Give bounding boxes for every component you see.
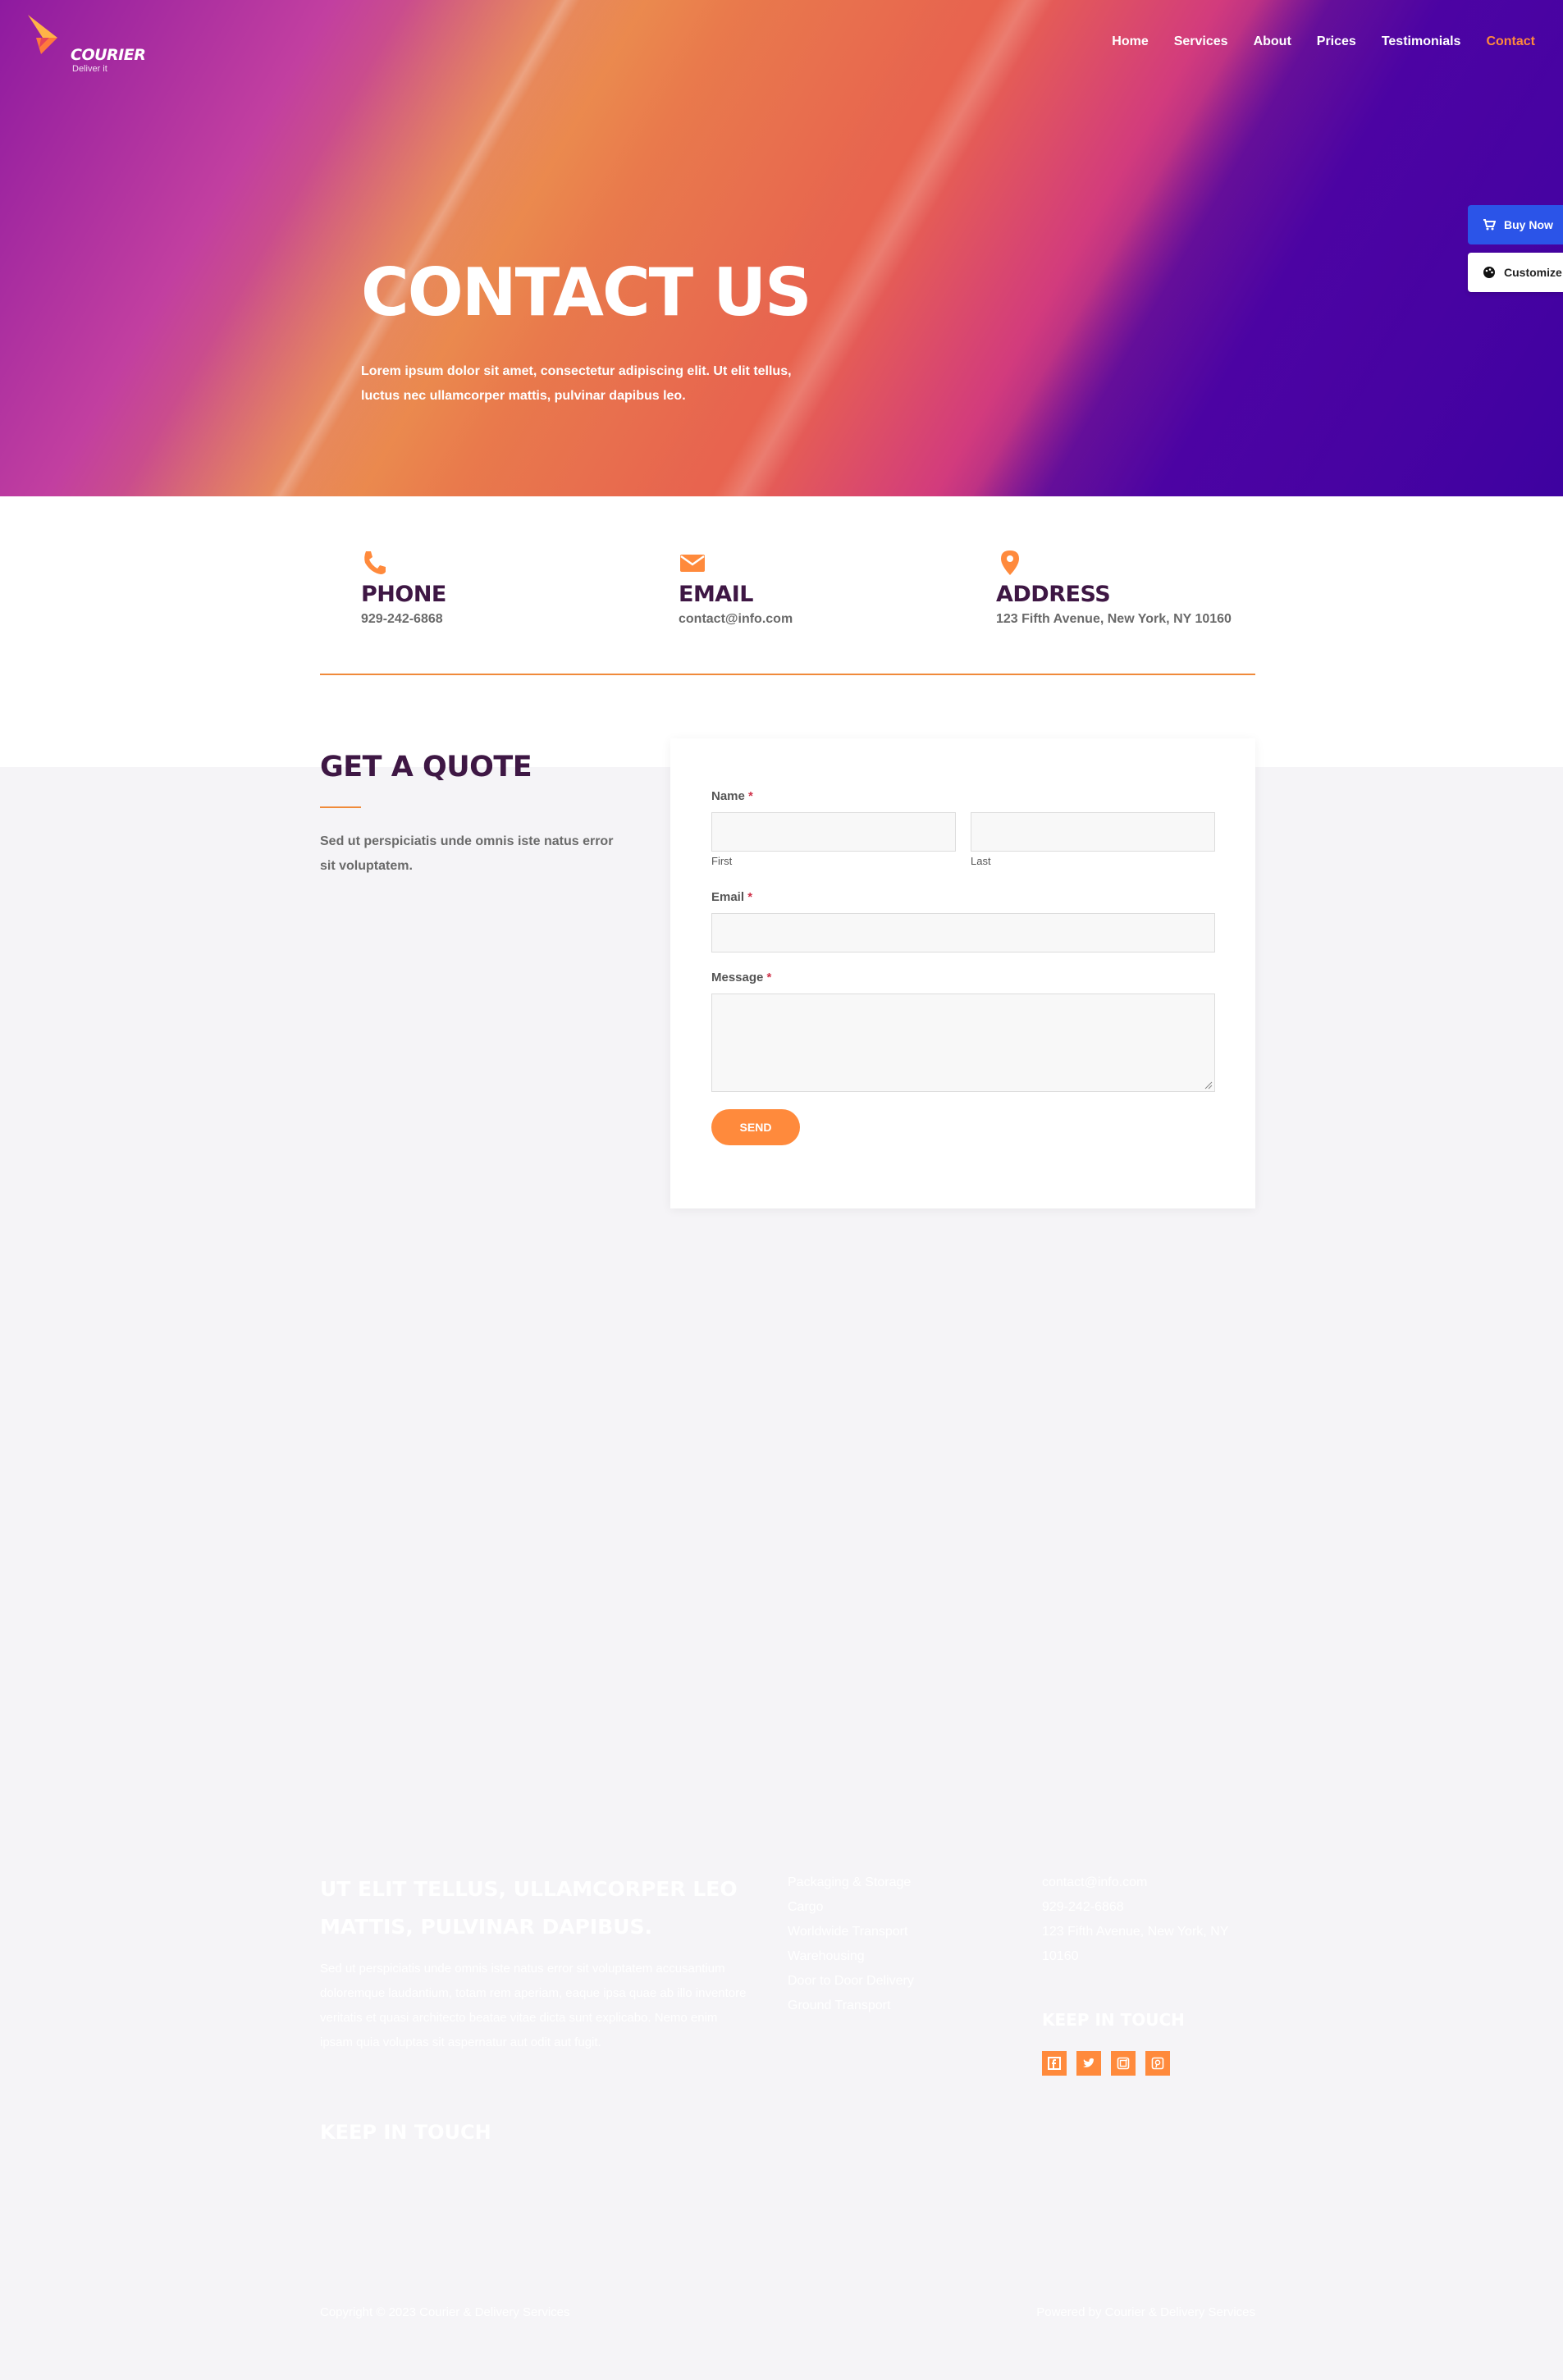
footer-address: 123 Fifth Avenue, New York, NY 10160: [1042, 1925, 1229, 1963]
send-button[interactable]: SEND: [711, 1109, 800, 1145]
first-name-field[interactable]: [711, 812, 956, 852]
required-mark: *: [766, 971, 772, 984]
contact-address-title: ADDRESS: [996, 582, 1111, 607]
palette-icon: [1483, 267, 1495, 278]
footer-service-link[interactable]: Ground Transport: [788, 1994, 914, 2018]
nav-services[interactable]: Services: [1174, 34, 1228, 49]
facebook-icon[interactable]: [1042, 2051, 1067, 2076]
footer-services-list: Packaging & Storage Cargo Worldwide Tran…: [788, 1871, 914, 2018]
map-pin-icon: [1001, 550, 1019, 575]
buy-now-label: Buy Now: [1504, 218, 1553, 231]
nav-prices[interactable]: Prices: [1317, 34, 1356, 49]
quote-text: Sed ut perspiciatis unde omnis iste natu…: [320, 834, 614, 873]
pinterest-icon[interactable]: [1145, 2051, 1170, 2076]
message-label: Message *: [711, 971, 772, 984]
hero-lead: Lorem ipsum dolor sit amet, consectetur …: [361, 364, 792, 403]
contact-address-value: 123 Fifth Avenue, New York, NY 10160: [996, 612, 1232, 626]
hero-decor: [0, 0, 1563, 496]
resize-handle-icon[interactable]: [1204, 1081, 1213, 1090]
hero-banner: COURIER Deliver it Home Services About P…: [0, 0, 1563, 496]
phone-icon: [364, 551, 386, 574]
required-mark: *: [748, 789, 753, 803]
footer-service-link[interactable]: Packaging & Storage: [788, 1871, 914, 1895]
nav-contact[interactable]: Contact: [1486, 34, 1535, 49]
footer-title: UT ELIT TELLUS, ULLAMCORPER LEO MATTIS, …: [320, 1877, 738, 1939]
contact-address: ADDRESS 123 Fifth Avenue, New York, NY 1…: [996, 549, 1232, 627]
footer-text: Sed ut perspiciatis unde omnis iste natu…: [320, 1962, 747, 2049]
logo-text: COURIER: [71, 46, 146, 64]
quote-form: Name * First Last Email * Message * SEND: [670, 738, 1255, 1208]
contact-phone-title: PHONE: [361, 582, 446, 607]
footer: UT ELIT TELLUS, ULLAMCORPER LEO MATTIS, …: [0, 1830, 1563, 2380]
last-sublabel: Last: [971, 855, 991, 867]
quote-title: GET A QUOTE: [320, 751, 532, 783]
envelope-icon: [680, 555, 705, 572]
required-mark: *: [747, 890, 753, 904]
footer-service-link[interactable]: Cargo: [788, 1895, 914, 1920]
contact-phone-value: 929-242-6868: [361, 612, 443, 626]
section-divider: [320, 674, 1255, 675]
customize-label: Customize: [1504, 266, 1562, 279]
powered-by-text: Powered by Courier & Delivery Services: [1036, 2305, 1255, 2319]
title-underline: [320, 806, 361, 808]
contact-phone: PHONE 929-242-6868: [361, 549, 446, 627]
logo[interactable]: COURIER Deliver it: [25, 13, 156, 79]
nav-about[interactable]: About: [1254, 34, 1291, 49]
nav-testimonials[interactable]: Testimonials: [1382, 34, 1461, 49]
buy-now-button[interactable]: Buy Now: [1468, 205, 1563, 244]
twitter-icon[interactable]: [1076, 2051, 1101, 2076]
contact-email-value[interactable]: contact@info.com: [679, 612, 793, 627]
logo-mark-icon: [28, 15, 57, 54]
nav-home[interactable]: Home: [1112, 34, 1148, 49]
logo-tagline: Deliver it: [72, 64, 107, 74]
email-label: Email *: [711, 890, 753, 904]
page-title: CONTACT US: [361, 254, 812, 331]
cart-icon: [1483, 219, 1496, 231]
email-field[interactable]: [711, 913, 1215, 952]
footer-service-link[interactable]: Worldwide Transport: [788, 1920, 914, 1944]
copyright-text: Copyright © 2023 Courier & Delivery Serv…: [320, 2305, 570, 2319]
contact-email: EMAIL contact@info.com: [679, 549, 793, 627]
footer-phone: 929-242-6868: [1042, 1900, 1124, 1914]
footer-service-link[interactable]: Warehousing: [788, 1944, 914, 1969]
quote-intro: GET A QUOTE Sed ut perspiciatis unde omn…: [320, 751, 615, 879]
footer-keep-in-touch-heading: KEEP IN TOUCH: [320, 2121, 491, 2144]
footer-service-link[interactable]: Door to Door Delivery: [788, 1969, 914, 1994]
customize-button[interactable]: Customize: [1468, 253, 1563, 292]
footer-keep-in-touch-heading: KEEP IN TOUCH: [1042, 2010, 1185, 2030]
message-field[interactable]: [711, 994, 1215, 1092]
social-links: [1042, 2051, 1170, 2076]
instagram-icon[interactable]: [1111, 2051, 1136, 2076]
name-label: Name *: [711, 789, 753, 803]
footer-email[interactable]: contact@info.com: [1042, 1871, 1264, 1895]
last-name-field[interactable]: [971, 812, 1215, 852]
contact-info-section: PHONE 929-242-6868 EMAIL contact@info.co…: [0, 496, 1563, 767]
contact-email-title: EMAIL: [679, 582, 753, 607]
footer-contact: contact@info.com 929-242-6868 123 Fifth …: [1042, 1871, 1264, 1969]
first-sublabel: First: [711, 855, 733, 867]
main-nav: Home Services About Prices Testimonials …: [1112, 34, 1535, 49]
